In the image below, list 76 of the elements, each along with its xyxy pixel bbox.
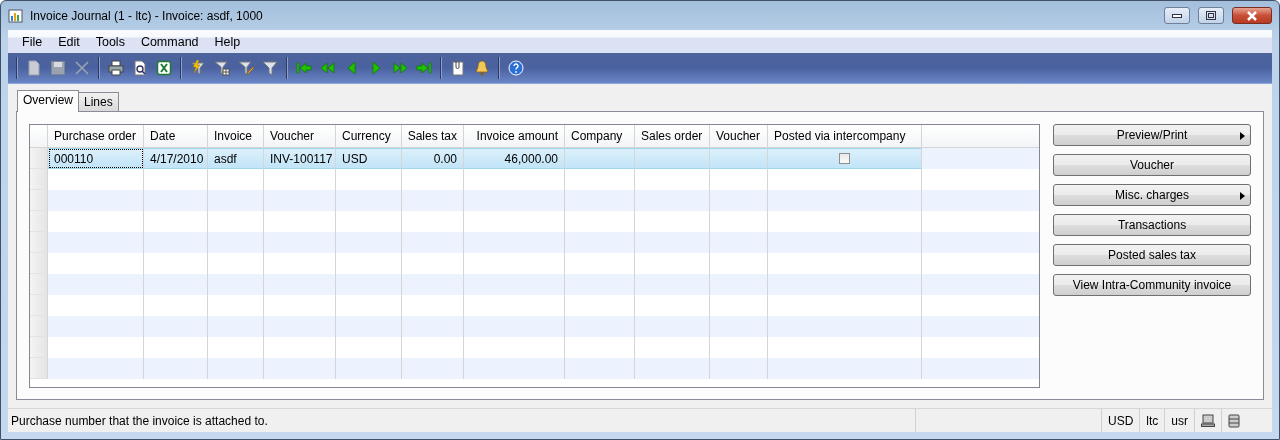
tab[interactable]: Overview [17, 90, 79, 112]
window-title: Invoice Journal (1 - ltc) - Invoice: asdf, 1000 [30, 8, 263, 23]
database-icon [1228, 413, 1240, 428]
filter-grid-icon[interactable] [214, 60, 230, 76]
table-cell: 000110 [54, 151, 94, 166]
column-header[interactable]: Date [144, 125, 208, 147]
menu-item[interactable]: Edit [50, 32, 88, 51]
submenu-arrow-icon [1240, 132, 1245, 140]
column-header[interactable]: Sales tax [402, 125, 464, 147]
last-record-icon[interactable] [416, 60, 432, 76]
table-cell: 4/17/2010 [150, 151, 204, 166]
column-header[interactable]: Purchase order [48, 125, 144, 147]
close-button[interactable] [1232, 7, 1272, 24]
column-header[interactable]: Voucher [264, 125, 336, 147]
bell-icon[interactable] [474, 60, 490, 76]
status-field: ltc [1139, 409, 1165, 432]
print-icon[interactable] [108, 60, 124, 76]
help-icon[interactable] [508, 60, 524, 76]
tab[interactable]: Lines [78, 92, 119, 111]
row-selector[interactable] [30, 316, 48, 337]
menu-item[interactable]: File [14, 32, 51, 51]
menu-item[interactable]: Command [132, 32, 207, 51]
menu-item[interactable]: Help [206, 32, 249, 51]
page-back-icon[interactable] [320, 60, 336, 76]
column-header[interactable]: Posted via intercompany [768, 125, 922, 147]
column-header[interactable]: Currency [336, 125, 402, 147]
action-button[interactable]: Misc. charges [1053, 184, 1251, 206]
table-cell: USD [342, 151, 368, 166]
action-button[interactable]: View Intra-Community invoice [1053, 274, 1251, 296]
row-selector[interactable] [30, 337, 48, 358]
row-selector[interactable] [30, 274, 48, 295]
table-cell: 0.00 [433, 151, 457, 166]
computer-icon [1201, 414, 1215, 427]
row-selector[interactable] [30, 148, 48, 169]
row-selector[interactable] [30, 232, 48, 253]
column-header[interactable]: Company [565, 125, 635, 147]
maximize-icon [1206, 11, 1216, 20]
minimize-icon [1172, 13, 1182, 18]
action-button[interactable]: Preview/Print [1053, 124, 1251, 146]
row-selector[interactable] [30, 211, 48, 232]
page-forward-icon[interactable] [392, 60, 408, 76]
first-record-icon[interactable] [296, 60, 312, 76]
row-selector[interactable] [30, 190, 48, 211]
print-preview-icon[interactable] [132, 60, 148, 76]
delete-icon[interactable] [74, 60, 90, 76]
table-cell: INV-100117 [270, 151, 333, 166]
maximize-button[interactable] [1198, 7, 1224, 24]
app-icon [8, 7, 24, 24]
document-clip-icon[interactable] [450, 60, 466, 76]
action-button[interactable]: Transactions [1053, 214, 1251, 236]
filter-edit-icon[interactable] [238, 60, 254, 76]
table-cell: 46,000.00 [504, 151, 558, 166]
column-header[interactable]: Sales order [635, 125, 710, 147]
save-icon[interactable] [50, 60, 66, 76]
row-selector[interactable] [30, 169, 48, 190]
minimize-button[interactable] [1164, 7, 1190, 24]
filter-lightning-icon[interactable] [190, 60, 206, 76]
row-selector[interactable] [30, 295, 48, 316]
spreadsheet-icon[interactable] [156, 60, 172, 76]
column-header[interactable]: Invoice amount [464, 125, 565, 147]
table-cell: asdf [214, 151, 237, 166]
filter-icon[interactable] [262, 60, 278, 76]
row-selector[interactable] [30, 253, 48, 274]
column-header[interactable]: Voucher [710, 125, 768, 147]
action-button[interactable]: Posted sales tax [1053, 244, 1251, 266]
checkbox[interactable] [839, 153, 850, 164]
row-selector[interactable] [30, 358, 48, 379]
status-field: usr [1164, 409, 1194, 432]
status-message: Purchase number that the invoice is attached to. [10, 413, 269, 428]
column-header[interactable]: Invoice [208, 125, 264, 147]
close-icon [1246, 10, 1258, 21]
action-button[interactable]: Voucher [1053, 154, 1251, 176]
status-field: USD [1101, 409, 1140, 432]
submenu-arrow-icon [1240, 192, 1245, 200]
new-document-icon[interactable] [26, 60, 42, 76]
menu-item[interactable]: Tools [87, 32, 133, 51]
